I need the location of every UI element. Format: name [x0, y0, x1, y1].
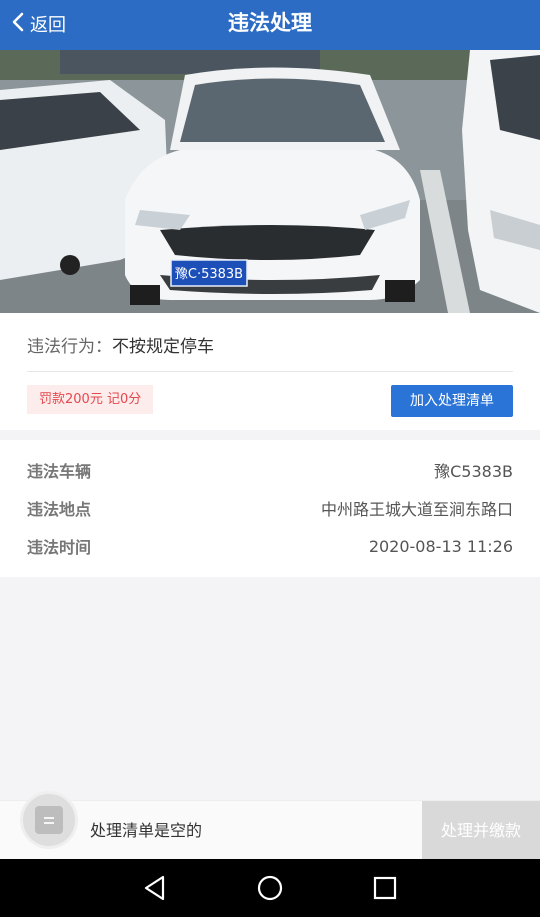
- process-and-pay-button[interactable]: 处理并缴款: [422, 801, 540, 860]
- list-status-text: 处理清单是空的: [90, 821, 203, 840]
- license-plate-text: 豫C·5383B: [175, 267, 243, 282]
- divider: [27, 371, 513, 372]
- back-triangle-icon[interactable]: [140, 873, 170, 903]
- detail-row-time: 违法时间 2020-08-13 11:26: [27, 534, 513, 558]
- violation-behavior: 违法行为：不按规定停车: [27, 332, 214, 357]
- detail-value: 中州路王城大道至涧东路口: [320, 500, 513, 519]
- system-nav-bar: [0, 859, 540, 917]
- detail-value: 豫C5383B: [434, 462, 513, 481]
- violation-photo[interactable]: 豫C·5383B: [0, 50, 540, 313]
- list-toggle-button[interactable]: [20, 791, 78, 849]
- list-icon: [35, 806, 63, 834]
- behavior-label: 违法行为：: [27, 337, 112, 357]
- detail-row-vehicle: 违法车辆 豫C5383B: [27, 458, 513, 482]
- behavior-value: 不按规定停车: [112, 337, 214, 357]
- header-bar: 返回 违法处理: [0, 0, 540, 50]
- home-circle-icon[interactable]: [255, 873, 285, 903]
- recents-square-icon[interactable]: [370, 873, 400, 903]
- add-to-list-button[interactable]: 加入处理清单: [391, 385, 513, 417]
- penalty-badge: 罚款200元 记0分: [27, 385, 154, 414]
- detail-label: 违法地点: [27, 500, 92, 519]
- detail-value: 2020-08-13 11:26: [368, 536, 513, 556]
- detail-label: 违法车辆: [27, 462, 92, 481]
- violation-card: 违法行为：不按规定停车 罚款200元 记0分 加入处理清单: [0, 313, 540, 430]
- bottom-action-bar: 处理清单是空的 处理并缴款: [0, 791, 540, 860]
- detail-label: 违法时间: [27, 538, 92, 557]
- page-title: 违法处理: [228, 11, 312, 35]
- screen: 返回 违法处理 豫C·5383B 违法行为：不按规定停车 罚款200元 记0分 …: [0, 0, 540, 917]
- details-card: 违法车辆 豫C5383B 违法地点 中州路王城大道至涧东路口 违法时间 2020…: [0, 440, 540, 577]
- detail-row-location: 违法地点 中州路王城大道至涧东路口: [27, 496, 513, 520]
